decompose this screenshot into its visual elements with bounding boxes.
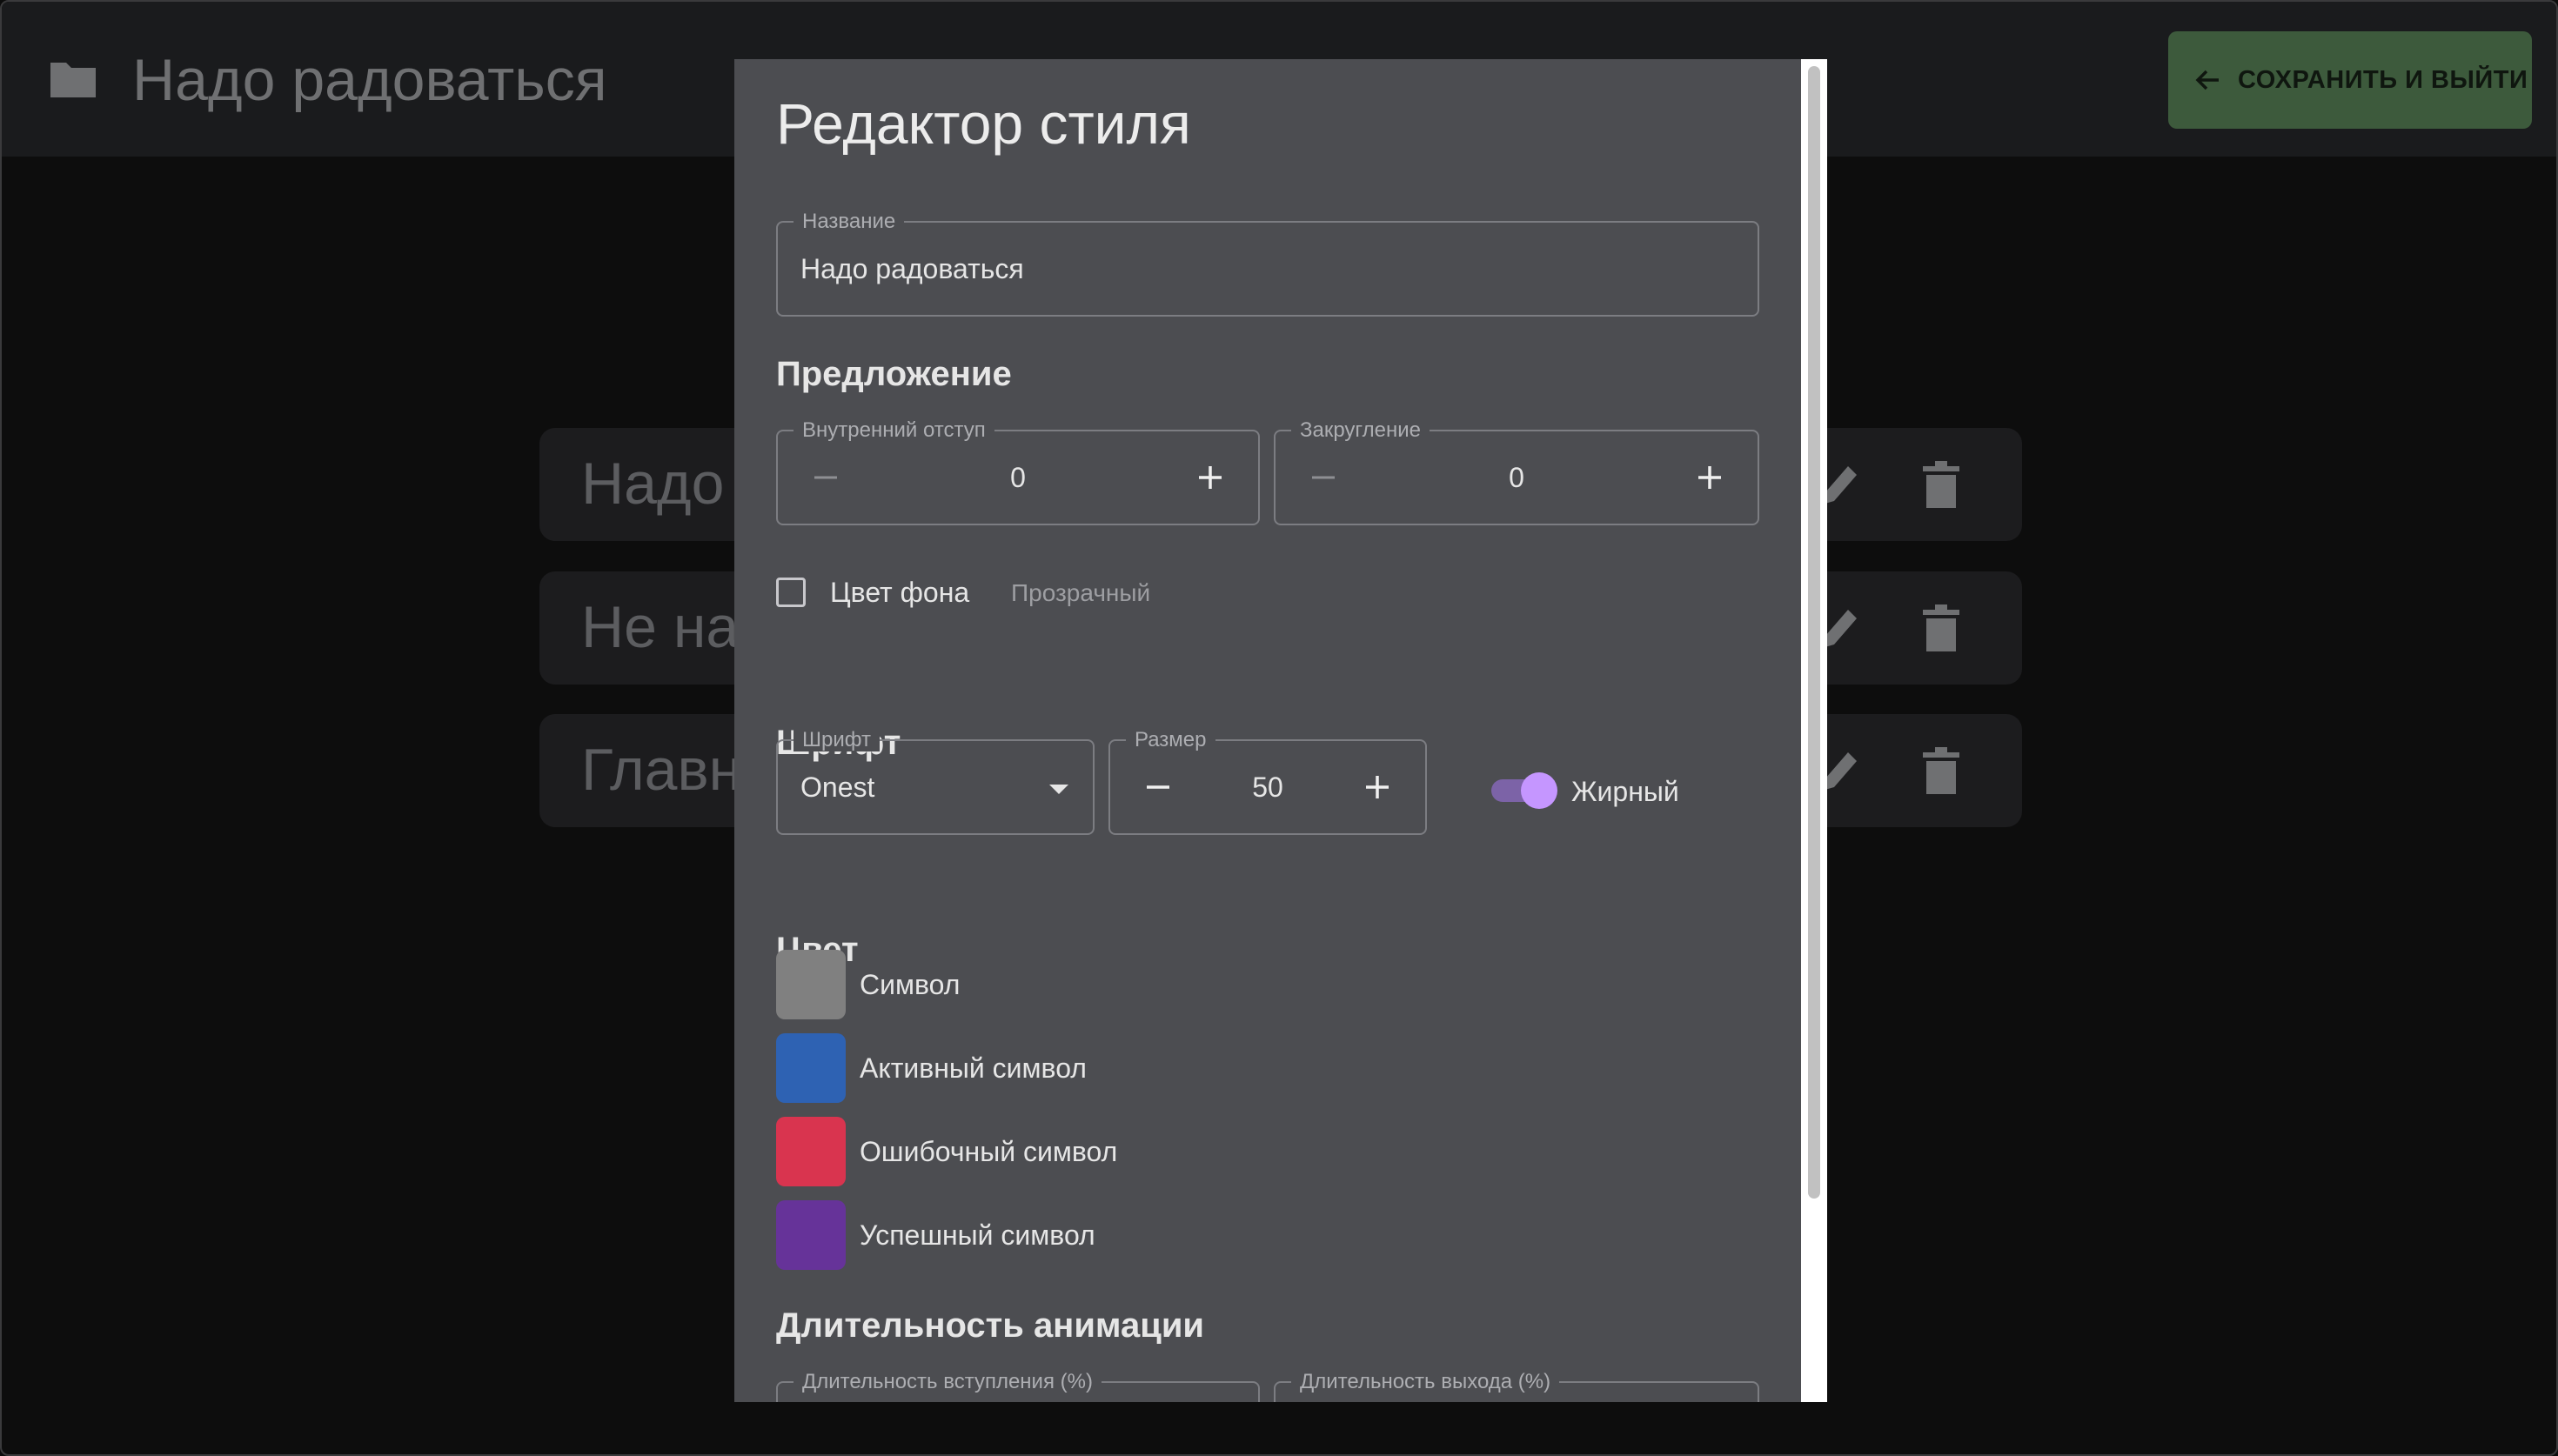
arrow-left-icon — [2195, 70, 2219, 90]
plus-icon[interactable] — [1364, 774, 1390, 800]
app-window: Надо радоваться СОХРАНИТЬ И ВЫЙТИ Надо Н… — [0, 0, 2558, 1456]
background-color-hint: Прозрачный — [1011, 579, 1151, 606]
list-item-text: Надо — [581, 451, 725, 517]
padding-value: 0 — [1010, 462, 1026, 493]
bold-toggle[interactable] — [1491, 772, 1557, 811]
folder-icon — [50, 63, 96, 97]
rounding-stepper[interactable]: Закругление 0 — [1274, 419, 1759, 525]
exit-duration-label: Длительность выхода (%) — [1291, 1371, 1560, 1393]
enter-duration-field[interactable]: Длительность вступления (%) — [776, 1371, 1260, 1402]
color-swatch-active-symbol[interactable] — [776, 1033, 846, 1103]
color-label-symbol: Символ — [860, 969, 961, 1000]
background-color-label: Цвет фона — [830, 577, 970, 608]
color-label-error-symbol: Ошибочный символ — [860, 1136, 1118, 1167]
toggle-knob — [1521, 772, 1557, 809]
background-color-checkbox[interactable] — [776, 578, 806, 607]
padding-stepper[interactable]: Внутренний отступ 0 — [776, 419, 1260, 525]
font-select[interactable]: Шрифт Onest — [776, 729, 1095, 835]
color-swatch-success-symbol[interactable] — [776, 1200, 846, 1270]
trash-icon[interactable] — [1921, 745, 1961, 796]
style-editor-dialog: Редактор стиля Название Надо радоваться … — [734, 59, 1825, 1402]
exit-duration-field[interactable]: Длительность выхода (%) — [1274, 1371, 1759, 1402]
list-item-text: Не на — [581, 594, 740, 660]
save-and-exit-button[interactable]: СОХРАНИТЬ И ВЫЙТИ — [2168, 31, 2532, 129]
name-field-value: Надо радоваться — [800, 253, 1024, 284]
trash-icon[interactable] — [1921, 459, 1961, 510]
enter-duration-label: Длительность вступления (%) — [794, 1371, 1102, 1393]
dialog-scrollbar[interactable] — [1801, 59, 1827, 1402]
bold-label: Жирный — [1571, 776, 1679, 807]
section-title-sentence: Предложение — [776, 355, 1012, 393]
plus-icon[interactable] — [1697, 464, 1723, 491]
page-title: Надо радоваться — [132, 47, 607, 113]
section-title-animation: Длительность анимации — [776, 1306, 1205, 1345]
dialog-title: Редактор стиля — [776, 91, 1191, 156]
list-item-text: Главн — [581, 737, 742, 803]
plus-icon[interactable] — [1197, 464, 1223, 491]
name-field[interactable]: Название Надо радоваться — [776, 210, 1759, 317]
scrollbar-thumb[interactable] — [1808, 66, 1820, 1199]
color-swatch-error-symbol[interactable] — [776, 1117, 846, 1186]
dropdown-arrow-icon — [1049, 785, 1068, 794]
save-button-label: СОХРАНИТЬ И ВЫЙТИ — [2238, 65, 2528, 94]
font-select-value: Onest — [800, 771, 875, 803]
color-label-success-symbol: Успешный символ — [860, 1219, 1095, 1251]
color-swatch-symbol[interactable] — [776, 950, 846, 1019]
color-label-active-symbol: Активный символ — [860, 1052, 1087, 1084]
trash-icon[interactable] — [1921, 603, 1961, 653]
size-stepper[interactable]: Размер 50 — [1108, 729, 1427, 835]
rounding-value: 0 — [1509, 462, 1524, 493]
